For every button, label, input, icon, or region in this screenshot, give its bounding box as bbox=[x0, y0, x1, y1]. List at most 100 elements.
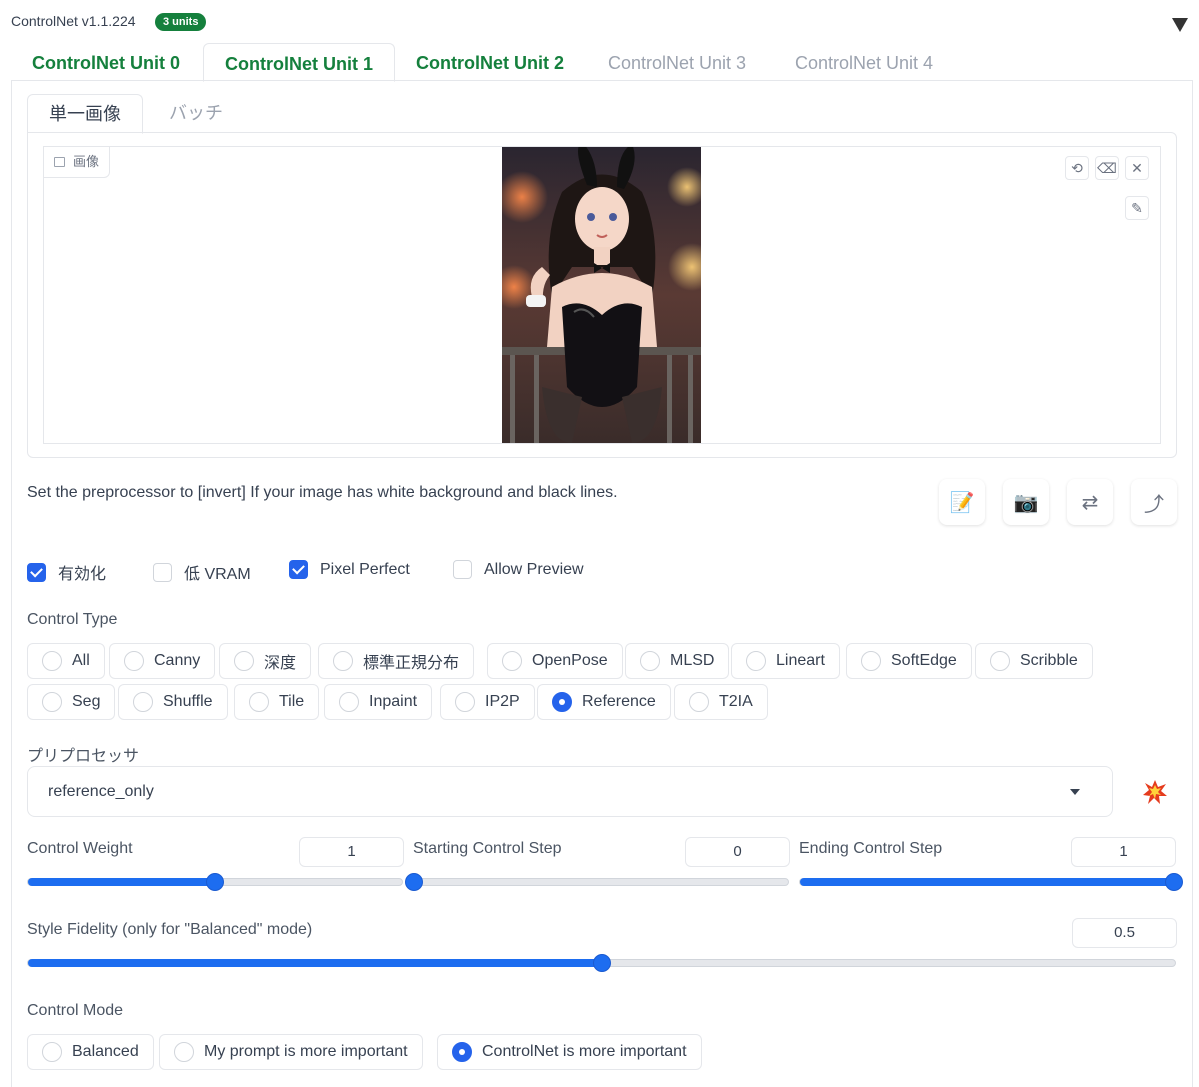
close-icon[interactable]: ✕ bbox=[1125, 156, 1149, 180]
collapse-triangle-icon[interactable] bbox=[1172, 18, 1188, 32]
radio-label: OpenPose bbox=[532, 652, 608, 669]
image-label-text: 画像 bbox=[73, 154, 100, 169]
control-weight-slider[interactable] bbox=[27, 873, 403, 891]
ending-step-input[interactable]: 1 bbox=[1071, 837, 1176, 867]
ending-step-label: Ending Control Step bbox=[799, 840, 943, 857]
allow-preview-check-box[interactable] bbox=[453, 560, 472, 579]
slider-knob[interactable] bbox=[592, 954, 611, 972]
allow-preview-checkbox[interactable]: Allow Preview bbox=[453, 560, 584, 579]
radio-dot bbox=[689, 692, 709, 712]
style-fidelity-input[interactable]: 0.5 bbox=[1072, 918, 1177, 948]
control-mode-controlnet[interactable]: ControlNet is more important bbox=[437, 1034, 702, 1070]
radio-dot bbox=[249, 692, 269, 712]
tab-unit-0[interactable]: ControlNet Unit 0 bbox=[11, 43, 201, 81]
tab-unit-3[interactable]: ControlNet Unit 3 bbox=[587, 43, 767, 81]
explosion-icon bbox=[1143, 780, 1167, 804]
radio-dot bbox=[42, 692, 62, 712]
radio-label: Inpaint bbox=[369, 693, 418, 710]
radio-dot bbox=[746, 651, 766, 671]
control-mode-prompt[interactable]: My prompt is more important bbox=[159, 1034, 423, 1070]
radio-dot bbox=[42, 651, 62, 671]
radio-dot bbox=[339, 692, 359, 712]
enable-label: 有効化 bbox=[58, 566, 107, 583]
low-vram-check-box[interactable] bbox=[153, 562, 172, 582]
control-type-mlsd[interactable]: MLSD bbox=[625, 643, 730, 679]
radio-dot bbox=[133, 692, 153, 712]
radio-dot bbox=[42, 1042, 62, 1062]
control-type-label: Control Type bbox=[27, 611, 118, 628]
control-weight-input[interactable]: 1 bbox=[299, 837, 404, 867]
controlnet-header[interactable]: ControlNet v1.1.224 3 units bbox=[0, 0, 1199, 42]
radio-label: Seg bbox=[72, 693, 101, 710]
control-type-t2ia[interactable]: T2IA bbox=[674, 684, 768, 720]
radio-label: T2IA bbox=[719, 693, 753, 710]
slider-knob[interactable] bbox=[206, 873, 224, 891]
slider-fill bbox=[800, 878, 1174, 886]
control-type-inpaint[interactable]: Inpaint bbox=[324, 684, 433, 720]
control-mode-label: Control Mode bbox=[27, 1002, 124, 1019]
send-dimensions-icon[interactable]: ⤴ bbox=[1131, 479, 1177, 525]
radio-label: My prompt is more important bbox=[204, 1043, 408, 1060]
invert-hint: Set the preprocessor to [invert] If your… bbox=[27, 484, 618, 501]
control-mode-balanced[interactable]: Balanced bbox=[27, 1034, 154, 1070]
radio-dot bbox=[124, 651, 144, 671]
style-fidelity-slider[interactable] bbox=[27, 954, 1176, 972]
radio-label: Canny bbox=[154, 652, 201, 669]
radio-dot bbox=[990, 651, 1010, 671]
allow-preview-label: Allow Preview bbox=[484, 560, 584, 578]
low-vram-checkbox[interactable]: 低 VRAM bbox=[153, 560, 251, 584]
unit-tabs: ControlNet Unit 0 ControlNet Unit 1 Cont… bbox=[11, 43, 1193, 82]
rotate-icon[interactable]: ⟲ bbox=[1065, 156, 1089, 180]
control-type-reference[interactable]: Reference bbox=[537, 684, 671, 720]
enable-check-box[interactable] bbox=[27, 562, 46, 582]
preprocessor-label: プリプロセッサ bbox=[27, 748, 140, 765]
control-type-seg[interactable]: Seg bbox=[27, 684, 116, 720]
radio-label: SoftEdge bbox=[891, 652, 957, 669]
pixel-perfect-label: Pixel Perfect bbox=[320, 560, 410, 578]
preprocessor-value: reference_only bbox=[48, 783, 154, 800]
notepad-icon[interactable]: 📝 bbox=[939, 479, 985, 525]
control-type-softedge[interactable]: SoftEdge bbox=[846, 643, 972, 679]
style-fidelity-label: Style Fidelity (only for "Balanced" mode… bbox=[27, 921, 313, 938]
swap-icon[interactable]: ⇄ bbox=[1067, 479, 1113, 525]
controlnet-title: ControlNet v1.1.224 bbox=[11, 13, 136, 29]
pixel-perfect-check-box[interactable] bbox=[289, 560, 308, 579]
tab-single-image[interactable]: 単一画像 bbox=[27, 94, 143, 134]
control-type-canny[interactable]: Canny bbox=[109, 643, 216, 679]
control-type-ip2p[interactable]: IP2P bbox=[440, 684, 535, 720]
control-type-shuffle[interactable]: Shuffle bbox=[118, 684, 228, 720]
radio-dot bbox=[455, 692, 475, 712]
control-type-all[interactable]: All bbox=[27, 643, 105, 679]
starting-step-label: Starting Control Step bbox=[413, 840, 562, 857]
ending-step-slider[interactable] bbox=[799, 873, 1183, 891]
starting-step-input[interactable]: 0 bbox=[685, 837, 790, 867]
radio-label: Tile bbox=[279, 693, 305, 710]
radio-label: Balanced bbox=[72, 1043, 139, 1060]
control-type-normal[interactable]: 標準正規分布 bbox=[318, 643, 475, 679]
pixel-perfect-checkbox[interactable]: Pixel Perfect bbox=[289, 560, 410, 579]
camera-icon[interactable]: 📷 bbox=[1003, 479, 1049, 525]
slider-knob[interactable] bbox=[405, 873, 423, 891]
run-preprocessor-icon[interactable] bbox=[1133, 770, 1177, 814]
preprocessor-select[interactable]: reference_only bbox=[27, 766, 1113, 817]
tab-unit-1[interactable]: ControlNet Unit 1 bbox=[203, 43, 395, 82]
brush-icon[interactable]: ✎ bbox=[1125, 196, 1149, 220]
tab-unit-2[interactable]: ControlNet Unit 2 bbox=[395, 43, 585, 81]
control-type-openpose[interactable]: OpenPose bbox=[487, 643, 623, 679]
radio-label: Scribble bbox=[1020, 652, 1078, 669]
enable-checkbox[interactable]: 有効化 bbox=[27, 560, 106, 584]
radio-dot bbox=[502, 651, 522, 671]
slider-knob[interactable] bbox=[1165, 873, 1183, 891]
control-type-lineart[interactable]: Lineart bbox=[731, 643, 840, 679]
radio-label: 標準正規分布 bbox=[363, 655, 460, 672]
tab-batch[interactable]: バッチ bbox=[148, 94, 244, 133]
slider-fill bbox=[28, 959, 602, 967]
control-type-tile[interactable]: Tile bbox=[234, 684, 320, 720]
control-type-depth[interactable]: 深度 bbox=[219, 643, 312, 679]
tab-unit-4[interactable]: ControlNet Unit 4 bbox=[774, 43, 954, 81]
control-type-scribble[interactable]: Scribble bbox=[975, 643, 1093, 679]
radio-dot bbox=[234, 651, 254, 671]
eraser-icon[interactable]: ⌫ bbox=[1095, 156, 1119, 180]
starting-step-slider[interactable] bbox=[405, 873, 789, 891]
radio-label: Lineart bbox=[776, 652, 825, 669]
